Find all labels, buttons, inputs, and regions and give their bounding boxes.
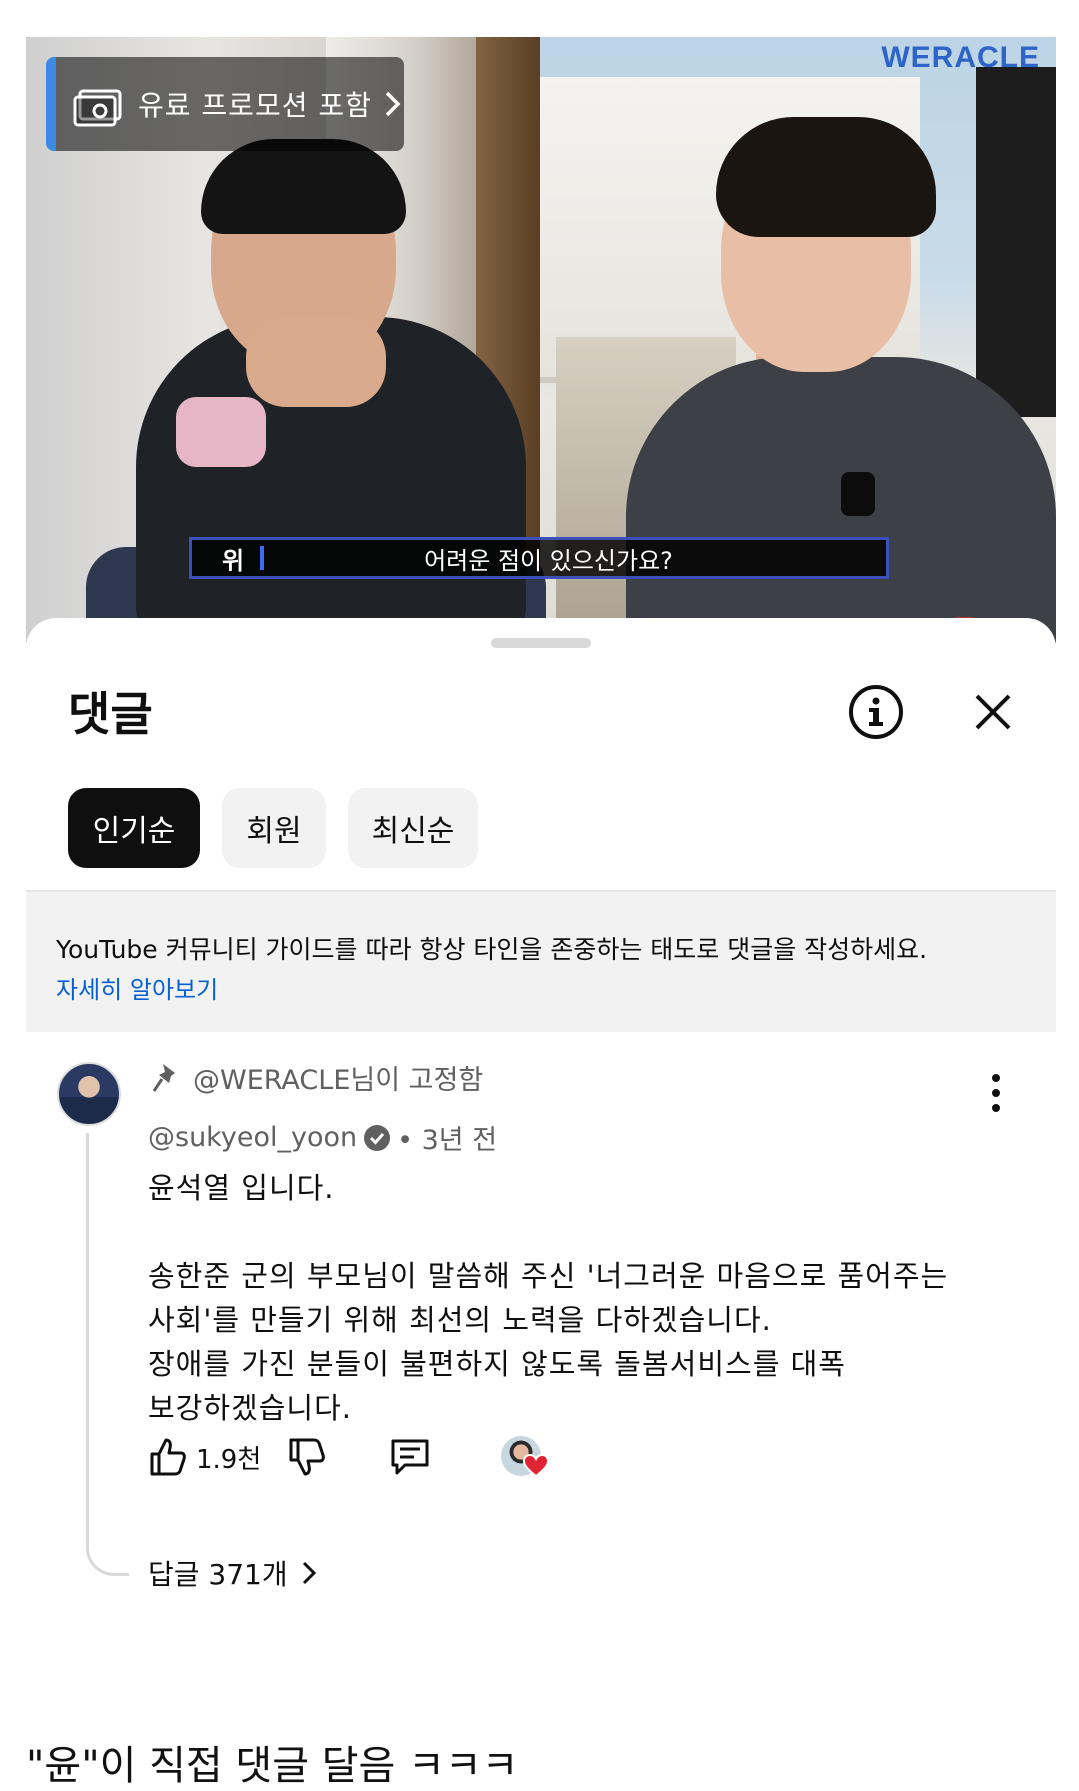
comment-meta: @sukyeol_yoon • 3년 전 bbox=[148, 1118, 497, 1157]
chevron-right-icon bbox=[385, 91, 401, 117]
sort-chips: 인기순 회원 최신순 bbox=[68, 788, 478, 868]
subtitle-speaker: 위 bbox=[222, 546, 245, 575]
comment-line-gap bbox=[148, 1210, 1018, 1254]
subtitle-text: 어려운 점이 있으신가요? bbox=[424, 546, 673, 575]
avatar[interactable] bbox=[57, 1062, 121, 1126]
comment-text: 윤석열 입니다. 송한준 군의 부모님이 말씀해 주신 '너그러운 마음으로 품… bbox=[148, 1166, 1018, 1430]
chip-members[interactable]: 회원 bbox=[222, 788, 326, 868]
comments-sheet: 댓글 인기순 회원 최신순 YouTube 커뮤니티 가이드를 따라 항상 타인… bbox=[26, 618, 1056, 1698]
comment-line: 보강하겠습니다. bbox=[148, 1391, 352, 1425]
video-player[interactable]: WERACLE 유료 프로모션 포함 위 어려운 점이 있으신가요? bbox=[26, 37, 1056, 643]
creator-heart-badge bbox=[501, 1436, 550, 1478]
chip-newest[interactable]: 최신순 bbox=[348, 788, 478, 868]
chevron-right-icon bbox=[302, 1561, 316, 1585]
comment-line: 윤석열 입니다. bbox=[148, 1171, 335, 1205]
heart-icon bbox=[523, 1454, 550, 1478]
community-guide-banner: YouTube 커뮤니티 가이드를 따라 항상 타인을 존중하는 태도로 댓글을… bbox=[26, 890, 1056, 1032]
guide-text: YouTube 커뮤니티 가이드를 따라 항상 타인을 존중하는 태도로 댓글을… bbox=[56, 935, 928, 964]
learn-more-link[interactable]: 자세히 알아보기 bbox=[56, 970, 218, 1005]
thread-line bbox=[86, 1133, 129, 1576]
comment-actions: 1.9천 bbox=[148, 1436, 550, 1478]
channel-watermark: WERACLE bbox=[881, 41, 1040, 74]
comment-line: 사회'를 만들기 위해 최선의 노력을 다하겠습니다. bbox=[148, 1303, 772, 1337]
promo-ticket-icon bbox=[73, 89, 122, 127]
sheet-title: 댓글 bbox=[68, 687, 153, 741]
lapel-mic bbox=[841, 472, 875, 516]
sheet-drag-handle[interactable] bbox=[491, 638, 591, 648]
like-icon[interactable] bbox=[148, 1436, 188, 1478]
comment-time: • 3년 전 bbox=[397, 1125, 498, 1156]
pinned-label: @WERACLE님이 고정함 bbox=[151, 1058, 483, 1097]
post-caption: "윤"이 직접 댓글 달음 ㅋㅋㅋ bbox=[26, 1743, 519, 1789]
pinned-text: @WERACLE님이 고정함 bbox=[193, 1065, 484, 1096]
replies-count: 답글 371개 bbox=[148, 1558, 288, 1591]
more-vert-icon[interactable] bbox=[986, 1068, 1006, 1118]
reply-icon[interactable] bbox=[389, 1437, 431, 1477]
comment-author[interactable]: @sukyeol_yoon bbox=[148, 1122, 357, 1153]
comment-line: 장애를 가진 분들이 불편하지 않도록 돌봄서비스를 대폭 bbox=[148, 1347, 846, 1381]
subtitle-divider bbox=[260, 546, 265, 570]
info-icon[interactable] bbox=[846, 682, 906, 742]
paid-promotion-badge[interactable]: 유료 프로모션 포함 bbox=[46, 57, 404, 151]
replies-link[interactable]: 답글 371개 bbox=[148, 1553, 318, 1593]
pin-icon bbox=[152, 1063, 175, 1092]
verified-icon bbox=[364, 1124, 391, 1151]
chip-top[interactable]: 인기순 bbox=[68, 788, 200, 868]
promo-label: 유료 프로모션 포함 bbox=[138, 89, 372, 122]
close-icon[interactable] bbox=[971, 690, 1015, 734]
dislike-icon[interactable] bbox=[287, 1436, 327, 1478]
comment-line: 송한준 군의 부모님이 말씀해 주신 '너그러운 마음으로 품어주는 bbox=[148, 1259, 949, 1293]
video-subtitle: 위 어려운 점이 있으신가요? bbox=[189, 537, 889, 579]
like-count: 1.9천 bbox=[196, 1444, 262, 1475]
